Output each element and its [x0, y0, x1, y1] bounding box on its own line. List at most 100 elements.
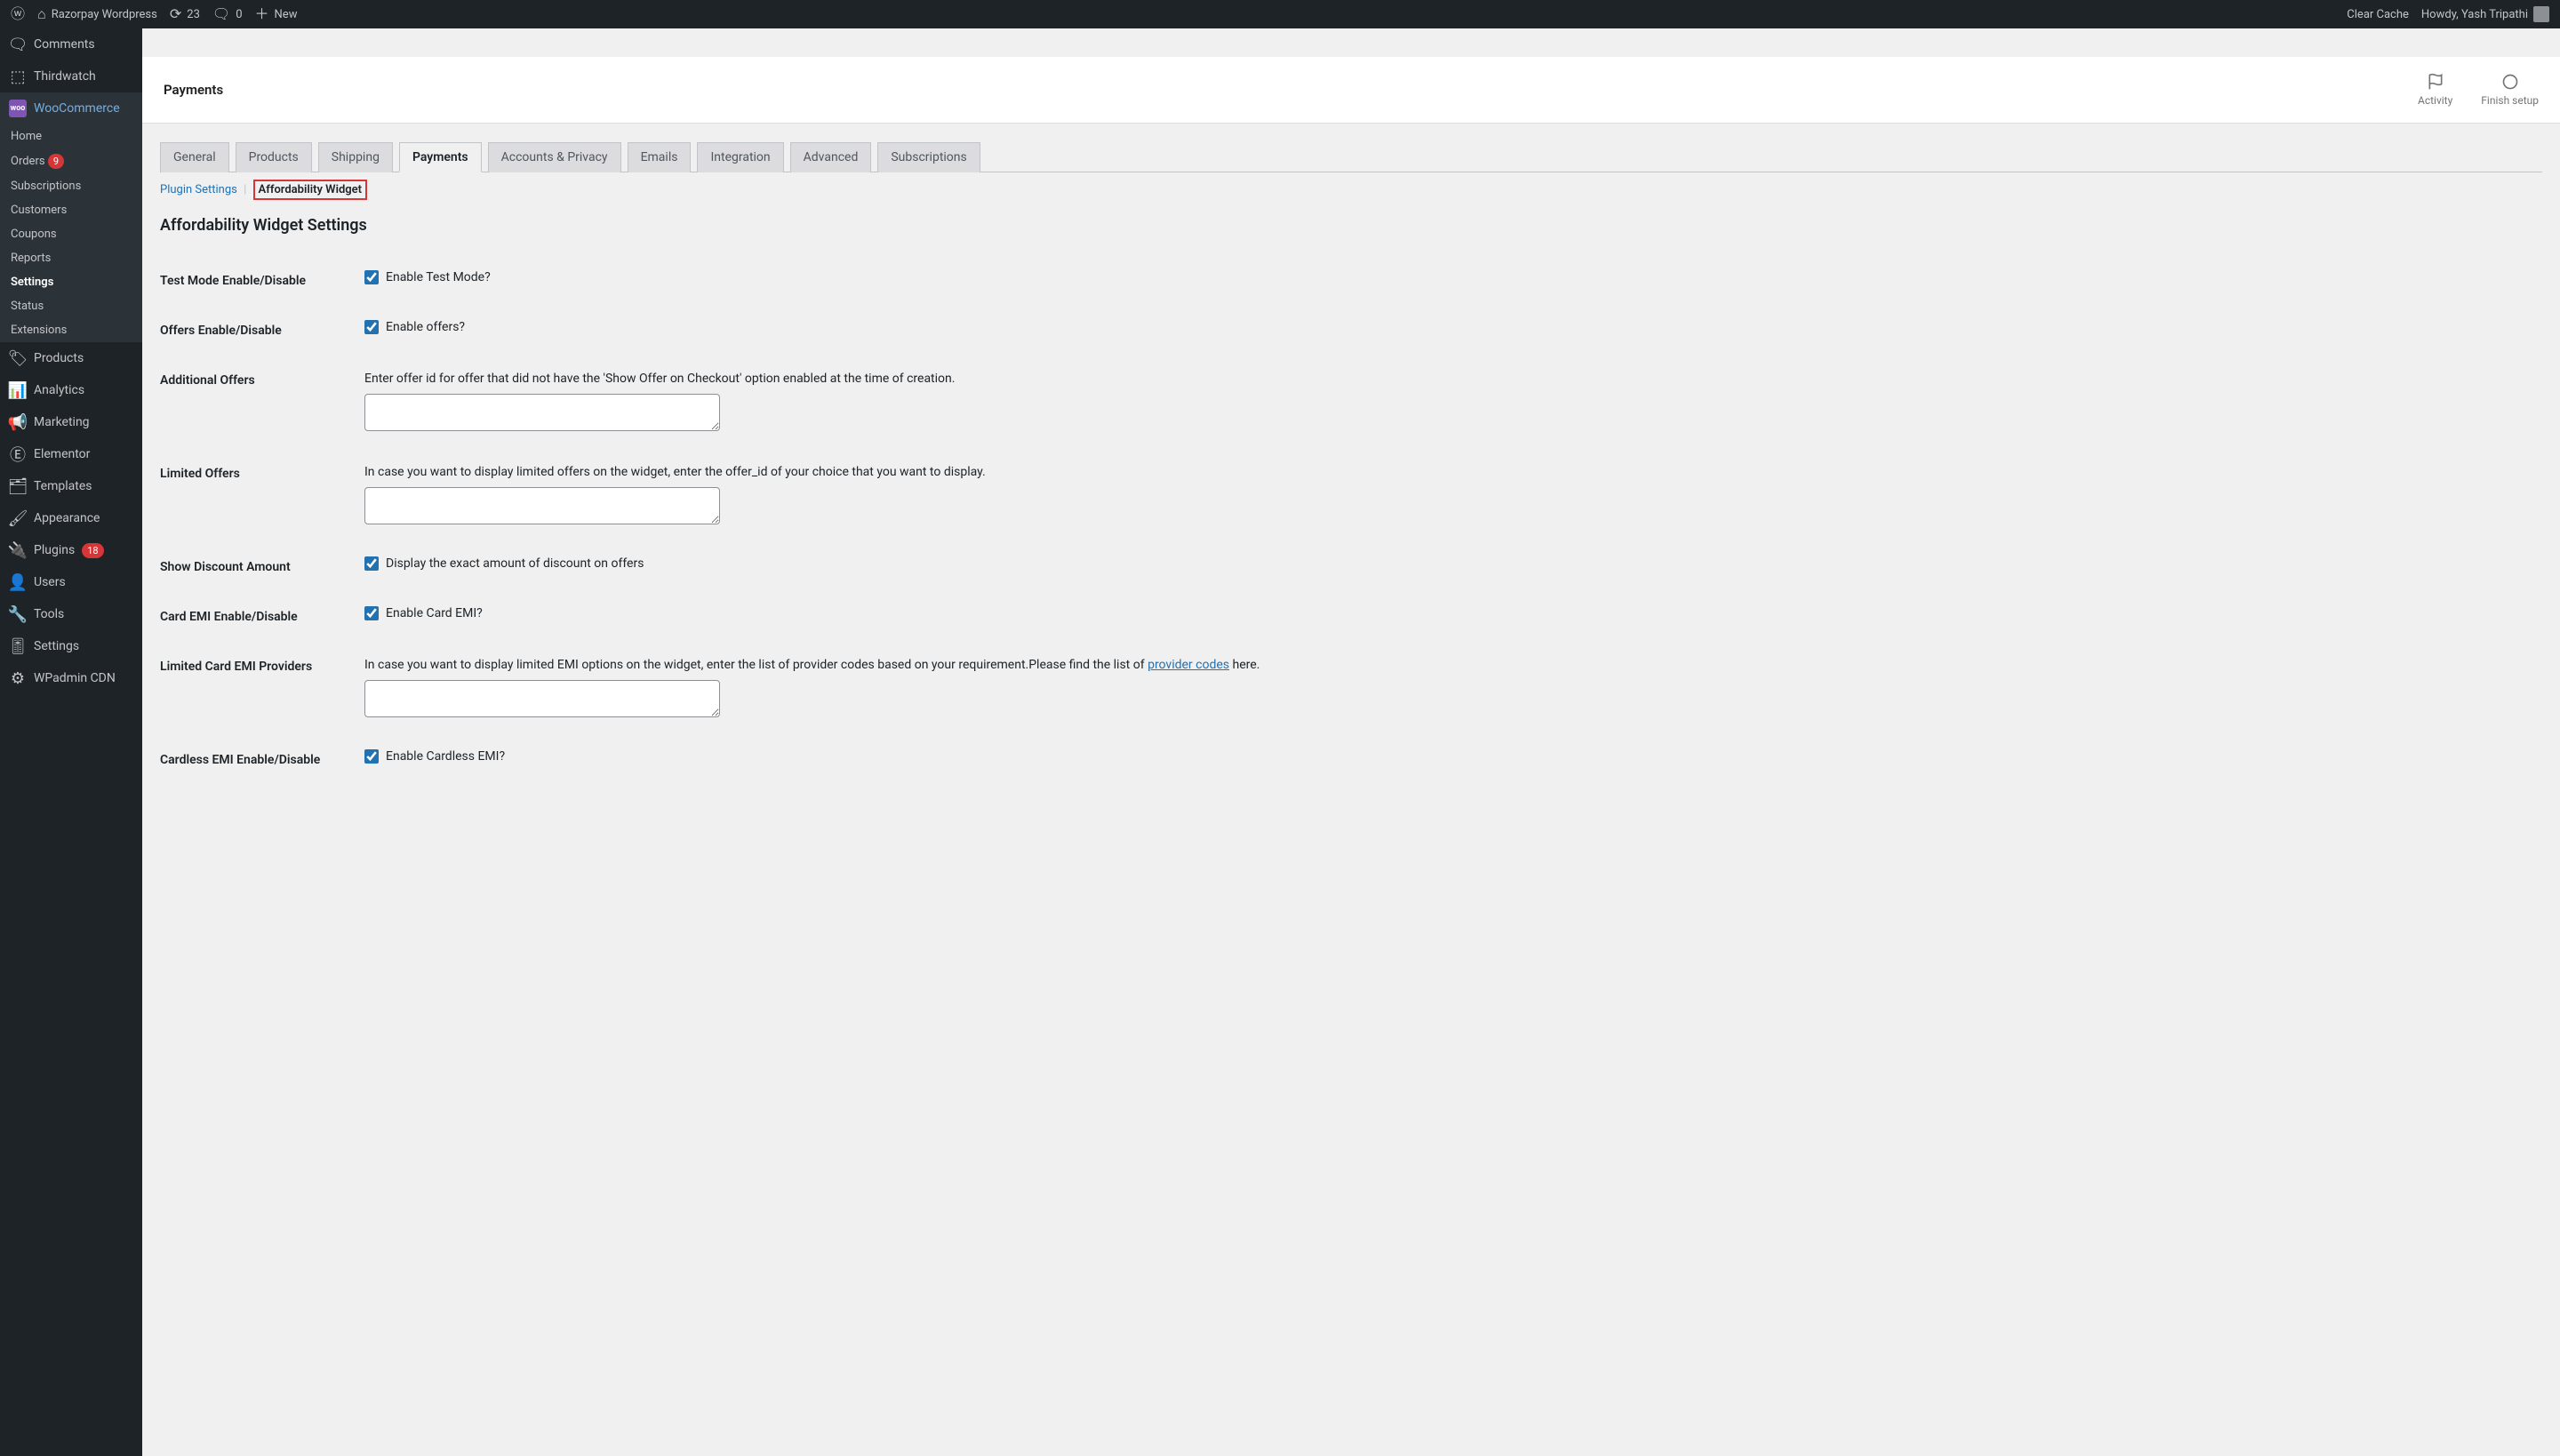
limited-offers-input[interactable] [364, 487, 720, 524]
test-mode-checkbox[interactable] [364, 270, 379, 284]
card-emi-checkbox-label: Enable Card EMI? [386, 606, 483, 620]
account-link[interactable]: Howdy, Yash Tripathi [2421, 6, 2549, 22]
subtab-plugin-settings[interactable]: Plugin Settings [160, 183, 237, 196]
tab-accounts[interactable]: Accounts & Privacy [488, 142, 621, 172]
card-emi-checkbox[interactable] [364, 606, 379, 620]
subtab-separator: | [244, 183, 246, 196]
offers-checkbox[interactable] [364, 320, 379, 334]
plus-icon: ＋ [255, 7, 269, 21]
submenu-item-extensions[interactable]: Extensions [0, 318, 142, 342]
orders-count-badge: 9 [48, 154, 64, 169]
field-label-card-emi: Card EMI Enable/Disable [160, 592, 356, 642]
test-mode-checkbox-label: Enable Test Mode? [386, 270, 491, 284]
sidebar-item-thirdwatch[interactable]: ⬚Thirdwatch [0, 60, 142, 92]
subtab-affordability-widget[interactable]: Affordability Widget [253, 180, 368, 200]
new-link[interactable]: ＋ New [255, 7, 298, 21]
circle-icon [2501, 73, 2519, 91]
folder-icon: 🗂 [9, 477, 27, 495]
limited-card-emi-desc: In case you want to display limited EMI … [364, 656, 2533, 675]
wordpress-icon: ⓦ [11, 7, 25, 21]
submenu-item-home[interactable]: Home [0, 124, 142, 148]
sidebar-item-label: Plugins [34, 543, 75, 557]
sidebar-item-marketing[interactable]: 📢 Marketing [0, 406, 142, 438]
sidebar-item-label: Analytics [34, 383, 84, 397]
sidebar-item-analytics[interactable]: 📊 Analytics [0, 374, 142, 406]
submenu-item-customers[interactable]: Customers [0, 198, 142, 222]
tab-general[interactable]: General [160, 142, 229, 172]
field-label-additional-offers: Additional Offers [160, 356, 356, 449]
tab-emails[interactable]: Emails [628, 142, 692, 172]
home-icon: ⌂ [37, 7, 46, 21]
sidebar-item-label: Appearance [34, 511, 100, 525]
new-label: New [275, 8, 298, 21]
page-header: Payments Activity Finish setup [142, 57, 2560, 124]
tab-integration[interactable]: Integration [697, 142, 783, 172]
tab-shipping[interactable]: Shipping [318, 142, 393, 172]
cardless-emi-checkbox[interactable] [364, 749, 379, 764]
field-label-show-discount: Show Discount Amount [160, 542, 356, 592]
limited-card-emi-input[interactable] [364, 680, 720, 717]
tab-subscriptions[interactable]: Subscriptions [877, 142, 980, 172]
additional-offers-input[interactable] [364, 394, 720, 431]
field-label-limited-card-emi: Limited Card EMI Providers [160, 642, 356, 735]
sidebar-item-label: Marketing [34, 415, 90, 429]
show-discount-checkbox-label: Display the exact amount of discount on … [386, 556, 644, 571]
field-label-test-mode: Test Mode Enable/Disable [160, 256, 356, 306]
tab-payments[interactable]: Payments [399, 142, 482, 172]
sidebar-item-templates[interactable]: 🗂 Templates [0, 470, 142, 502]
sidebar-item-elementor[interactable]: ⒺElementor [0, 438, 142, 470]
site-name-label: Razorpay Wordpress [52, 8, 157, 21]
submenu-item-orders[interactable]: Orders 9 [0, 148, 142, 174]
main-content: Payments Activity Finish setup General P… [142, 57, 2560, 820]
sidebar-item-wpadmin-cdn[interactable]: ⚙WPadmin CDN [0, 662, 142, 694]
submenu-item-reports[interactable]: Reports [0, 246, 142, 270]
woocommerce-icon: woo [9, 100, 27, 117]
subtabs: Plugin Settings | Affordability Widget [142, 172, 2560, 196]
submenu-item-label: Orders [11, 155, 45, 168]
activity-button[interactable]: Activity [2418, 73, 2452, 107]
offers-checkbox-label: Enable offers? [386, 320, 465, 334]
sidebar-item-label: Templates [34, 479, 92, 493]
wp-logo[interactable]: ⓦ [11, 7, 25, 21]
tab-advanced[interactable]: Advanced [790, 142, 872, 172]
sidebar-item-appearance[interactable]: 🖌 Appearance [0, 502, 142, 534]
sidebar-item-comments[interactable]: 🗨Comments [0, 28, 142, 60]
finish-setup-button[interactable]: Finish setup [2481, 73, 2539, 107]
howdy-label: Howdy, Yash Tripathi [2421, 8, 2528, 21]
brush-icon: 🖌 [9, 509, 27, 527]
megaphone-icon: 📢 [9, 413, 27, 431]
provider-codes-link[interactable]: provider codes [1148, 658, 1229, 672]
settings-heading: Affordability Widget Settings [160, 216, 2542, 235]
sidebar-item-woocommerce[interactable]: wooWooCommerce [0, 92, 142, 124]
tag-icon: 🏷 [9, 349, 27, 367]
submenu-item-status[interactable]: Status [0, 294, 142, 318]
cardless-emi-checkbox-label: Enable Cardless EMI? [386, 749, 505, 764]
updates-count: 23 [187, 8, 200, 21]
page-title: Payments [164, 82, 223, 98]
sidebar-item-label: Products [34, 351, 84, 365]
sidebar-item-label: Settings [34, 639, 79, 653]
avatar [2533, 6, 2549, 22]
gear-icon: 🎚 [9, 637, 27, 655]
sidebar-item-settings[interactable]: 🎚 Settings [0, 630, 142, 662]
sidebar-item-tools[interactable]: 🔧Tools [0, 598, 142, 630]
sidebar-item-products[interactable]: 🏷 Products [0, 342, 142, 374]
sidebar-item-plugins[interactable]: 🔌Plugins 18 [0, 534, 142, 566]
comments-link[interactable]: 🗨0 [212, 7, 243, 21]
show-discount-checkbox[interactable] [364, 556, 379, 571]
clear-cache-label: Clear Cache [2347, 8, 2409, 21]
chart-icon: 📊 [9, 381, 27, 399]
admin-bar: ⓦ ⌂ Razorpay Wordpress ⟳23 🗨0 ＋ New Clear … [0, 0, 2560, 28]
sidebar-item-label: Elementor [34, 447, 90, 461]
submenu-item-settings[interactable]: Settings [0, 270, 142, 294]
sidebar-item-users[interactable]: 👤Users [0, 566, 142, 598]
sidebar-item-label: WPadmin CDN [34, 671, 116, 685]
updates-link[interactable]: ⟳23 [170, 7, 200, 21]
field-label-limited-offers: Limited Offers [160, 449, 356, 542]
submenu-item-coupons[interactable]: Coupons [0, 222, 142, 246]
finish-setup-label: Finish setup [2481, 94, 2539, 107]
site-name-link[interactable]: ⌂ Razorpay Wordpress [37, 7, 157, 21]
clear-cache-link[interactable]: Clear Cache [2347, 8, 2409, 21]
submenu-item-subscriptions[interactable]: Subscriptions [0, 174, 142, 198]
tab-products[interactable]: Products [236, 142, 312, 172]
